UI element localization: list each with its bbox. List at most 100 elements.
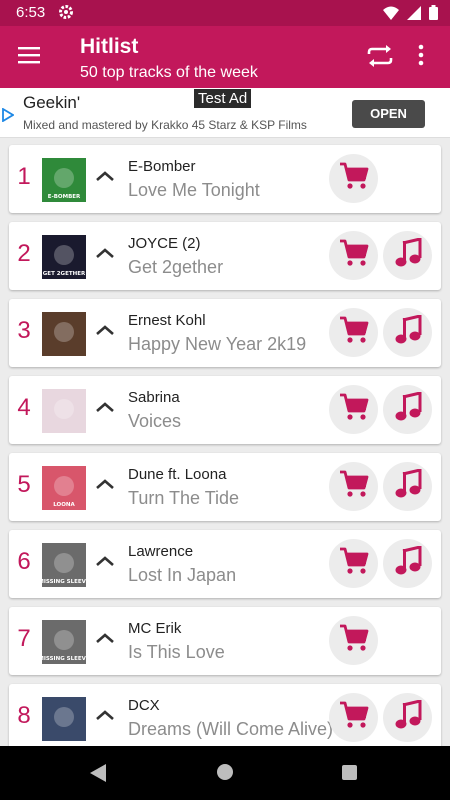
track-title: Happy New Year 2k19 [128,334,307,354]
track-title: Voices [128,411,182,431]
cart-icon [339,701,369,734]
buy-button[interactable] [329,231,378,280]
play-music-button[interactable] [383,539,432,588]
music-note-icon [394,391,422,427]
ad-title[interactable]: Geekin' [23,93,80,113]
trend-up-icon [95,323,115,341]
ad-open-button[interactable]: OPEN [352,100,425,128]
battery-icon [429,5,438,25]
track-artist: JOYCE (2) [128,235,201,252]
track-card[interactable]: 4 Sabrina Voices [9,376,441,444]
track-title: Get 2gether [128,257,224,277]
music-note-icon [394,314,422,350]
track-artist: DCX [128,697,160,714]
music-note-icon [394,468,422,504]
track-card[interactable]: 8 DCX Dreams (Will Come Alive) [9,684,441,752]
track-artist: Sabrina [128,389,180,406]
repeat-icon[interactable] [364,43,396,74]
play-music-button[interactable] [383,462,432,511]
album-cover: LOONA [42,466,86,510]
app-bar: Hitlist 50 top tracks of the week [0,26,450,88]
buy-button[interactable] [329,462,378,511]
cart-icon [339,239,369,272]
track-rank: 3 [17,317,31,344]
track-artist: Ernest Kohl [128,312,206,329]
menu-icon[interactable] [18,45,42,70]
play-music-button[interactable] [383,231,432,280]
track-title: Love Me Tonight [128,180,260,200]
track-rank: 5 [17,471,31,498]
track-rank: 6 [17,548,31,575]
play-music-button[interactable] [383,693,432,742]
ad-choices-icon[interactable] [2,107,15,127]
buy-button[interactable] [329,693,378,742]
buy-button[interactable] [329,154,378,203]
svg-text:E-BOMBER: E-BOMBER [48,194,81,200]
track-rank: 2 [17,240,31,267]
track-card[interactable]: 1 E-BOMBER E-Bomber Love Me Tonight [9,145,441,213]
trend-up-icon [95,400,115,418]
recents-icon[interactable] [342,765,357,780]
status-time: 6:53 [16,4,46,21]
svg-text:MISSING SLEEVE: MISSING SLEEVE [42,579,86,585]
music-note-icon [394,237,422,273]
back-icon[interactable] [90,764,106,787]
track-title: Dreams (Will Come Alive) [128,719,334,739]
page-subtitle: 50 top tracks of the week [80,64,258,81]
track-card[interactable]: 3 Ernest Kohl Happy New Year 2k19 [9,299,441,367]
track-card[interactable]: 5 LOONA Dune ft. Loona Turn The Tide [9,453,441,521]
page-title: Hitlist [80,35,139,58]
trend-up-icon [95,169,115,187]
trend-up-icon [95,708,115,726]
home-icon[interactable] [217,764,233,780]
album-cover: E-BOMBER [42,158,86,202]
album-cover: MISSING SLEEVE [42,620,86,664]
track-card[interactable]: 2 GET 2GETHER JOYCE (2) Get 2gether [9,222,441,290]
trend-up-icon [95,631,115,649]
trend-up-icon [95,554,115,572]
navigation-bar [0,746,450,800]
cart-icon [339,470,369,503]
album-cover [42,697,86,741]
status-bar: 6:53 [0,0,450,26]
track-artist: MC Erik [128,620,182,637]
signal-icon [407,5,421,25]
wifi-icon [383,6,399,25]
track-card[interactable]: 6 MISSING SLEEVE Lawrence Lost In Japan [9,530,441,598]
buy-button[interactable] [329,539,378,588]
track-title: Is This Love [128,642,225,662]
test-ad-tag: Test Ad [194,89,252,108]
album-cover [42,312,86,356]
cart-icon [339,547,369,580]
svg-text:LOONA: LOONA [53,502,75,508]
track-rank: 7 [17,625,31,652]
buy-button[interactable] [329,616,378,665]
buy-button[interactable] [329,385,378,434]
track-card[interactable]: 7 MISSING SLEEVE MC Erik Is This Love [9,607,441,675]
buy-button[interactable] [329,308,378,357]
more-options-icon[interactable] [418,44,424,71]
svg-text:MISSING SLEEVE: MISSING SLEEVE [42,656,86,662]
music-note-icon [394,699,422,735]
cart-icon [339,393,369,426]
track-rank: 8 [17,702,31,729]
track-artist: Lawrence [128,543,194,560]
track-title: Turn The Tide [128,488,240,508]
track-rank: 4 [17,394,31,421]
track-rank: 1 [17,163,31,190]
trend-up-icon [95,477,115,495]
music-note-icon [394,545,422,581]
cart-icon [339,316,369,349]
album-cover: MISSING SLEEVE [42,543,86,587]
play-music-button[interactable] [383,308,432,357]
ad-description: Mixed and mastered by Krakko 45 Starz & … [23,118,307,132]
system-icons [383,5,438,25]
cart-icon [339,624,369,657]
album-cover [42,389,86,433]
track-artist: E-Bomber [128,158,196,175]
play-music-button[interactable] [383,385,432,434]
album-cover: GET 2GETHER [42,235,86,279]
cart-icon [339,162,369,195]
ad-banner[interactable]: Test Ad Geekin' Mixed and mastered by Kr… [0,88,450,138]
trend-up-icon [95,246,115,264]
